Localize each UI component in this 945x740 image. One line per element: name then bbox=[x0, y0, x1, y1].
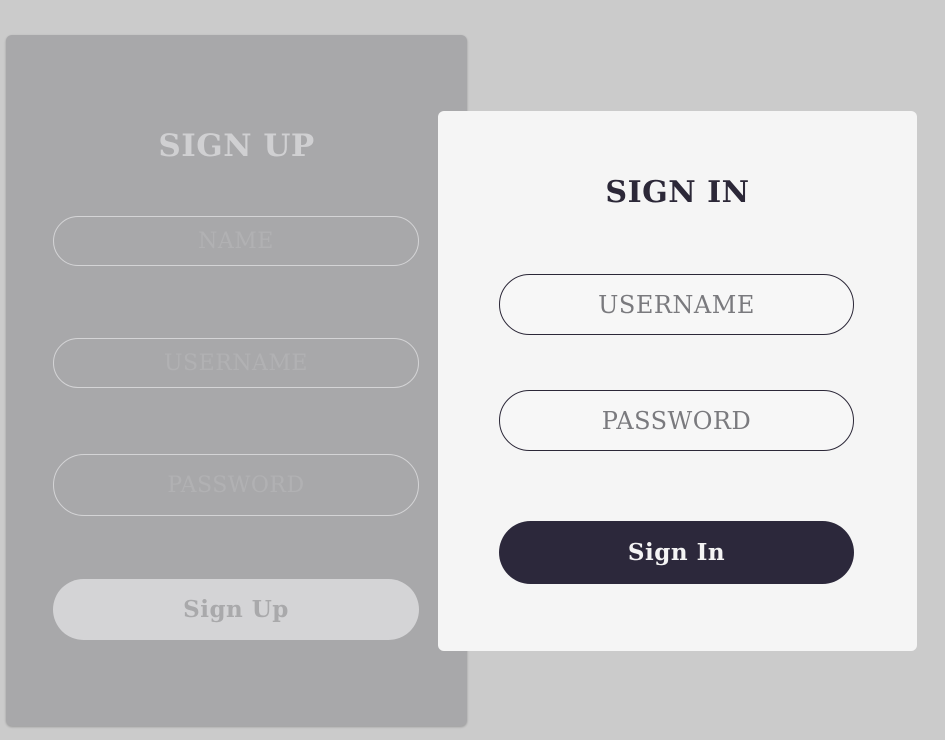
signin-password-field[interactable]: PASSWORD bbox=[499, 390, 854, 451]
signin-card: SIGN IN USERNAME PASSWORD Sign In bbox=[438, 111, 917, 651]
signup-name-placeholder: NAME bbox=[198, 228, 274, 254]
signup-password-placeholder: PASSWORD bbox=[167, 472, 305, 498]
signup-username-placeholder: USERNAME bbox=[164, 350, 308, 376]
signup-title: SIGN UP bbox=[158, 128, 315, 164]
signup-password-field[interactable]: PASSWORD bbox=[53, 454, 419, 516]
signin-title: SIGN IN bbox=[605, 175, 750, 210]
signup-button[interactable]: Sign Up bbox=[53, 579, 419, 640]
signin-button[interactable]: Sign In bbox=[499, 521, 854, 584]
signup-button-label: Sign Up bbox=[183, 596, 289, 623]
signin-username-field[interactable]: USERNAME bbox=[499, 274, 854, 335]
signup-username-field[interactable]: USERNAME bbox=[53, 338, 419, 388]
signup-panel: SIGN UP NAME USERNAME PASSWORD Sign Up bbox=[6, 35, 467, 726]
signup-name-field[interactable]: NAME bbox=[53, 216, 419, 266]
signin-password-placeholder: PASSWORD bbox=[601, 406, 752, 435]
signin-button-label: Sign In bbox=[627, 539, 726, 566]
signin-username-placeholder: USERNAME bbox=[598, 290, 755, 319]
